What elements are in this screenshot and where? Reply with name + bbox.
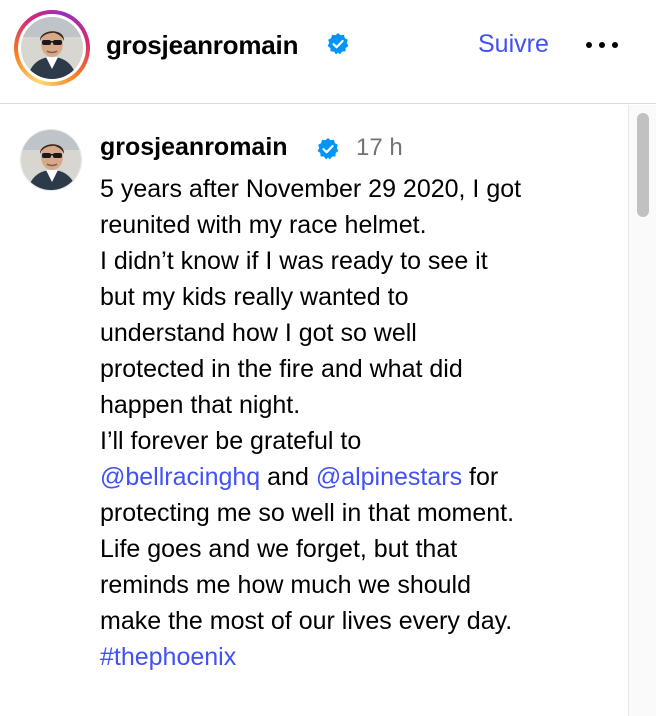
caption-line: I’ll forever be grateful to [100,427,362,455]
hashtag-link[interactable]: #thephoenix [100,639,610,675]
caption-line: understand how I got so well [100,319,417,347]
verified-badge-icon [317,138,339,160]
mention-link-bellracinghq[interactable]: @bellracinghq [100,463,260,491]
mention-link-alpinestars[interactable]: @alpinestars [316,463,462,491]
scrollbar-thumb[interactable] [637,113,649,217]
avatar-photo [21,17,83,79]
caption-line: protecting me so well in that moment. [100,499,515,527]
scrollbar[interactable] [628,105,656,716]
caption-line: reunited with my race helmet. [100,211,427,239]
caption-connector: and [260,463,316,491]
caption-text: 5 years after November 29 2020, I got re… [100,171,610,675]
story-ring[interactable] [14,10,90,86]
verified-badge-icon [327,33,349,55]
comment-timestamp[interactable]: 17 h [356,134,403,162]
caption-mentions-line: @bellracinghq and @alpinestars for [100,459,610,495]
header-username[interactable]: grosjeanromain [106,30,298,61]
caption-comment: grosjeanromain 17 h 5 years after Novemb… [0,105,628,716]
comment-username[interactable]: grosjeanromain [100,133,288,162]
caption-line: reminds me how much we should [100,571,471,599]
avatar[interactable] [21,17,83,79]
caption-line: but my kids really wanted to [100,283,409,311]
post-header: grosjeanromain Suivre [0,0,656,104]
caption-line: happen that night. [100,391,301,419]
comment-avatar[interactable] [20,129,82,191]
caption-line: protected in the fire and what did [100,355,463,383]
caption-line: I didn’t know if I was ready to see it [100,247,488,275]
caption-connector: for [462,463,499,491]
follow-button[interactable]: Suivre [478,30,549,59]
caption-line: make the most of our lives every day. [100,607,513,635]
caption-line: Life goes and we forget, but that [100,535,458,563]
avatar-photo [21,130,81,190]
more-horizontal-icon[interactable] [582,30,622,60]
caption-line: 5 years after November 29 2020, I got [100,175,522,203]
